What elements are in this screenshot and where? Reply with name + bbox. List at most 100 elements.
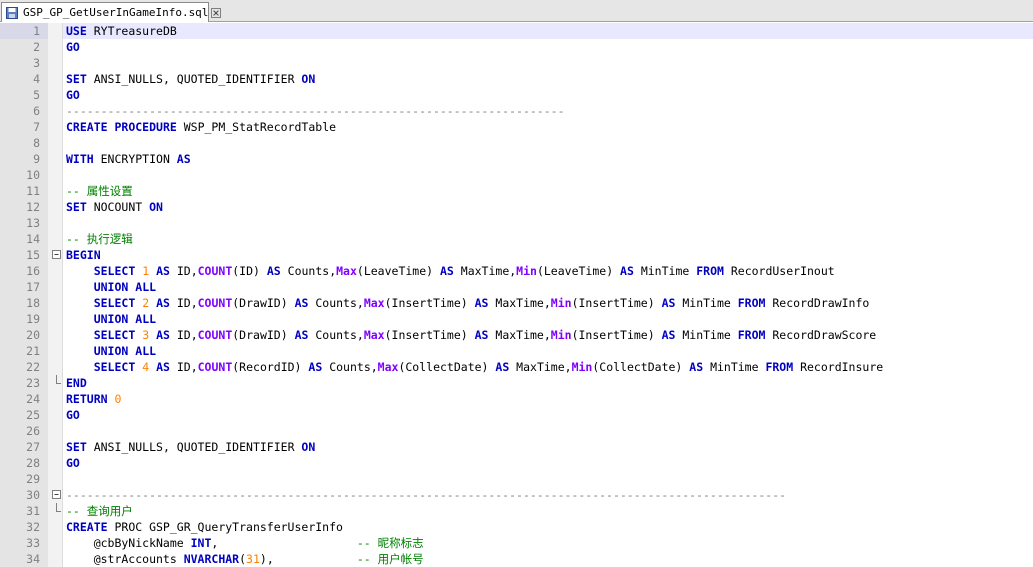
code-token: MinTime xyxy=(675,328,738,342)
code-token: (InsertTime) xyxy=(571,328,662,342)
code-token: ( xyxy=(239,552,247,566)
code-line[interactable]: 6 ---------------------------------------… xyxy=(0,103,1033,119)
code-line[interactable]: 16 SELECT 1 AS ID,COUNT(ID) AS Counts,Ma… xyxy=(0,263,1033,279)
code-token: ALL xyxy=(135,280,157,294)
code-line[interactable]: 29 xyxy=(0,471,1033,487)
code-line[interactable]: 22 SELECT 4 AS ID,COUNT(RecordID) AS Cou… xyxy=(0,359,1033,375)
code-token: SET xyxy=(66,200,87,214)
code-token: RecordDrawScore xyxy=(765,328,877,342)
code-line[interactable]: 25 GO xyxy=(0,407,1033,423)
code-token: SELECT xyxy=(93,264,136,278)
tab-file[interactable]: GSP_GP_GetUserInGameInfo.sql xyxy=(1,2,222,22)
code-token: SET xyxy=(66,440,87,454)
code-token: ), xyxy=(259,552,357,566)
code-line[interactable]: 23 END xyxy=(0,375,1033,391)
tab-bar: GSP_GP_GetUserInGameInfo.sql xyxy=(0,0,1033,22)
code-token: NVARCHAR xyxy=(183,552,240,566)
close-icon[interactable] xyxy=(211,7,222,18)
code-line[interactable]: 11 -- 属性设置 xyxy=(0,183,1033,199)
code-line[interactable]: 7 CREATE PROCEDURE WSP_PM_StatRecordTable xyxy=(0,119,1033,135)
fold-end-icon xyxy=(56,503,61,512)
code-line[interactable]: 5 GO xyxy=(0,87,1033,103)
code-line[interactable]: 10 xyxy=(0,167,1033,183)
code-token: UNION xyxy=(93,280,129,294)
code-token: Counts, xyxy=(280,264,337,278)
code-line[interactable]: 12 SET NOCOUNT ON xyxy=(0,199,1033,215)
code-token: ALL xyxy=(135,344,157,358)
code-line[interactable]: 18 SELECT 2 AS ID,COUNT(DrawID) AS Count… xyxy=(0,295,1033,311)
code-token: AS xyxy=(294,328,309,342)
code-token: (LeaveTime) xyxy=(356,264,440,278)
fold-toggle-icon[interactable] xyxy=(52,247,62,263)
code-line[interactable]: 15 BEGIN xyxy=(0,247,1033,263)
line-number: 31 xyxy=(26,504,40,518)
line-number: 6 xyxy=(33,104,40,118)
code-token: SELECT xyxy=(93,360,136,374)
code-line[interactable]: 13 xyxy=(0,215,1033,231)
code-token: INT xyxy=(190,536,212,550)
code-token: COUNT xyxy=(197,264,233,278)
code-line[interactable]: 17 UNION ALL xyxy=(0,279,1033,295)
line-number: 23 xyxy=(26,376,40,390)
code-token: AS xyxy=(294,296,309,310)
code-token: (InsertTime) xyxy=(384,296,475,310)
code-token: Counts, xyxy=(308,328,364,342)
code-line[interactable]: 33 @cbByNickName INT, -- 昵称标志 xyxy=(0,535,1033,551)
code-line[interactable]: 8 xyxy=(0,135,1033,151)
code-text: GO xyxy=(63,407,1033,423)
code-text: @strAccounts NVARCHAR(31), -- 用户帐号 xyxy=(63,551,1033,567)
code-line[interactable]: 34 @strAccounts NVARCHAR(31), -- 用户帐号 xyxy=(0,551,1033,567)
code-text: CREATE PROCEDURE WSP_PM_StatRecordTable xyxy=(63,119,1033,135)
code-line[interactable]: 31 -- 查询用户 xyxy=(0,503,1033,519)
code-line[interactable]: 2 GO xyxy=(0,39,1033,55)
code-token: -- 执行逻辑 xyxy=(66,232,133,246)
code-token: -- 属性设置 xyxy=(66,184,133,198)
code-token: AS xyxy=(620,264,634,278)
code-line[interactable]: 28 GO xyxy=(0,455,1033,471)
code-line[interactable]: 20 SELECT 3 AS ID,COUNT(DrawID) AS Count… xyxy=(0,327,1033,343)
line-number: 15 xyxy=(26,248,40,262)
code-token: SET xyxy=(66,72,87,86)
code-token: Max xyxy=(336,264,357,278)
code-line[interactable]: 14 -- 执行逻辑 xyxy=(0,231,1033,247)
code-line[interactable]: 21 UNION ALL xyxy=(0,343,1033,359)
code-token: AS xyxy=(474,328,489,342)
code-token: ID, xyxy=(169,264,198,278)
fold-toggle-icon[interactable] xyxy=(52,487,62,503)
code-token: ID, xyxy=(169,296,198,310)
code-token: ON xyxy=(301,440,316,454)
code-token: Min xyxy=(550,296,572,310)
code-line[interactable]: 27 SET ANSI_NULLS, QUOTED_IDENTIFIER ON xyxy=(0,439,1033,455)
code-line[interactable]: 19 UNION ALL xyxy=(0,311,1033,327)
code-line[interactable]: 30 --------------------------------------… xyxy=(0,487,1033,503)
code-token: Min xyxy=(571,360,593,374)
save-icon xyxy=(6,6,18,19)
code-line[interactable]: 24 RETURN 0 xyxy=(0,391,1033,407)
code-token: PROC GSP_GR_QueryTransferUserInfo xyxy=(107,520,343,534)
code-token: GO xyxy=(66,88,80,102)
code-token: Counts, xyxy=(308,296,364,310)
code-line[interactable]: 4 SET ANSI_NULLS, QUOTED_IDENTIFIER ON xyxy=(0,71,1033,87)
code-token: SELECT xyxy=(93,296,136,310)
line-number: 11 xyxy=(26,184,40,198)
code-line[interactable]: 1 USE RYTreasureDB xyxy=(0,23,1033,39)
code-token: @strAccounts xyxy=(66,552,184,566)
code-token: Min xyxy=(516,264,537,278)
code-line[interactable]: 26 xyxy=(0,423,1033,439)
code-line[interactable]: 9 WITH ENCRYPTION AS xyxy=(0,151,1033,167)
line-number: 7 xyxy=(33,120,40,134)
code-line[interactable]: 3 xyxy=(0,55,1033,71)
code-editor[interactable]: 1 USE RYTreasureDB 2 GO 3 4 SET ANSI_NULLS, QU… xyxy=(0,23,1033,567)
code-token: FROM xyxy=(765,360,794,374)
line-number: 22 xyxy=(26,360,40,374)
code-line[interactable]: 32 CREATE PROC GSP_GR_QueryTransferUserIn… xyxy=(0,519,1033,535)
line-number: 29 xyxy=(26,472,40,486)
code-token: MaxTime, xyxy=(488,296,551,310)
code-token: AS xyxy=(156,264,170,278)
code-token: @cbByNickName xyxy=(66,536,191,550)
code-token: (RecordID) xyxy=(232,360,309,374)
code-text: UNION ALL xyxy=(63,343,1033,359)
code-text: GO xyxy=(63,87,1033,103)
code-token: WITH xyxy=(66,152,94,166)
